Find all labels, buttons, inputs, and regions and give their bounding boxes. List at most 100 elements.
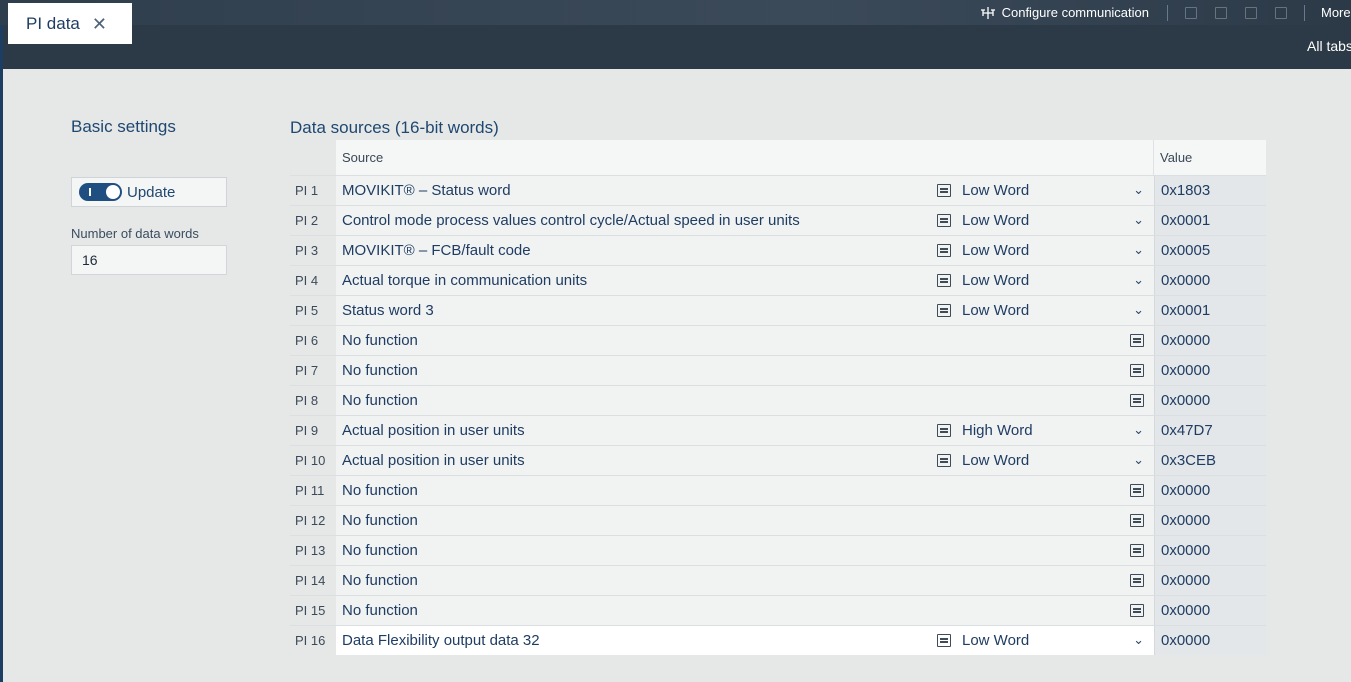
- details-icon[interactable]: [937, 454, 951, 467]
- number-of-data-words-input[interactable]: 16: [71, 245, 227, 275]
- details-cell[interactable]: [962, 536, 1154, 565]
- details-icon[interactable]: [1130, 544, 1144, 557]
- source-cell[interactable]: No function: [336, 326, 926, 355]
- details-icon[interactable]: [1130, 484, 1144, 497]
- details-cell[interactable]: [926, 296, 962, 325]
- table-row[interactable]: PI 4 Actual torque in communication units…: [290, 265, 1266, 295]
- details-icon[interactable]: [937, 634, 951, 647]
- configure-communication-button[interactable]: Configure communication: [980, 5, 1159, 20]
- all-tabs-button[interactable]: All tabs: [1307, 38, 1351, 54]
- tab-pi-data[interactable]: PI data ✕: [8, 3, 132, 44]
- basic-settings-title: Basic settings: [71, 117, 176, 136]
- details-cell[interactable]: [926, 626, 962, 655]
- source-cell[interactable]: MOVIKIT® – FCB/fault code: [336, 236, 926, 265]
- delete-icon[interactable]: [1275, 6, 1287, 19]
- table-row[interactable]: PI 12 No function 0x0000: [290, 505, 1266, 535]
- table-row[interactable]: PI 16 Data Flexibility output data 32 Low …: [290, 625, 1266, 655]
- empty-cell: [926, 506, 962, 535]
- empty-cell: [926, 566, 962, 595]
- source-cell[interactable]: No function: [336, 476, 926, 505]
- details-cell[interactable]: [926, 236, 962, 265]
- details-icon[interactable]: [1130, 604, 1144, 617]
- empty-cell: [926, 596, 962, 625]
- table-row[interactable]: PI 6 No function 0x0000: [290, 325, 1266, 355]
- cut-icon[interactable]: [1185, 6, 1197, 19]
- word-select[interactable]: Low Word ⌄: [962, 296, 1154, 325]
- details-cell[interactable]: [926, 176, 962, 205]
- source-cell[interactable]: No function: [336, 536, 926, 565]
- pi-index: PI 2: [290, 206, 336, 235]
- details-cell[interactable]: [962, 476, 1154, 505]
- details-icon[interactable]: [1130, 334, 1144, 347]
- source-cell[interactable]: No function: [336, 566, 926, 595]
- source-cell[interactable]: Actual position in user units: [336, 446, 926, 475]
- details-cell[interactable]: [962, 566, 1154, 595]
- toggle-switch[interactable]: [79, 183, 122, 201]
- details-icon[interactable]: [1130, 574, 1144, 587]
- source-cell[interactable]: No function: [336, 356, 926, 385]
- word-select[interactable]: Low Word ⌄: [962, 176, 1154, 205]
- chevron-down-icon: ⌄: [1133, 302, 1144, 317]
- value-cell: 0x0000: [1154, 476, 1266, 505]
- empty-cell: [926, 536, 962, 565]
- details-icon[interactable]: [937, 184, 951, 197]
- table-row[interactable]: PI 8 No function 0x0000: [290, 385, 1266, 415]
- value-cell: 0x0000: [1154, 506, 1266, 535]
- details-icon[interactable]: [937, 424, 951, 437]
- source-cell[interactable]: Status word 3: [336, 296, 926, 325]
- word-value: Low Word: [962, 242, 1030, 259]
- word-select[interactable]: Low Word ⌄: [962, 236, 1154, 265]
- details-cell[interactable]: [962, 506, 1154, 535]
- source-cell[interactable]: Data Flexibility output data 32: [336, 626, 926, 655]
- table-row[interactable]: PI 15 No function 0x0000: [290, 595, 1266, 625]
- table-row[interactable]: PI 5 Status word 3 Low Word ⌄ 0x0001: [290, 295, 1266, 325]
- table-row[interactable]: PI 2 Control mode process values control …: [290, 205, 1266, 235]
- source-cell[interactable]: No function: [336, 596, 926, 625]
- details-cell[interactable]: [926, 266, 962, 295]
- word-value: Low Word: [962, 302, 1030, 319]
- table-row[interactable]: PI 10 Actual position in user units Low Wo…: [290, 445, 1266, 475]
- word-select[interactable]: High Word ⌄: [962, 416, 1154, 445]
- details-icon[interactable]: [937, 244, 951, 257]
- value-cell: 0x1803: [1154, 176, 1266, 205]
- details-icon[interactable]: [937, 274, 951, 287]
- source-cell[interactable]: Actual position in user units: [336, 416, 926, 445]
- source-cell[interactable]: Actual torque in communication units: [336, 266, 926, 295]
- details-icon[interactable]: [1130, 364, 1144, 377]
- details-icon[interactable]: [1130, 514, 1144, 527]
- value-cell: 0x0005: [1154, 236, 1266, 265]
- table-row[interactable]: PI 3 MOVIKIT® – FCB/fault code Low Word ⌄ 0x…: [290, 235, 1266, 265]
- table-row[interactable]: PI 13 No function 0x0000: [290, 535, 1266, 565]
- table-row[interactable]: PI 7 No function 0x0000: [290, 355, 1266, 385]
- details-cell[interactable]: [962, 596, 1154, 625]
- source-cell[interactable]: Control mode process values control cycl…: [336, 206, 926, 235]
- table-row[interactable]: PI 14 No function 0x0000: [290, 565, 1266, 595]
- configure-communication-label: Configure communication: [1001, 5, 1149, 20]
- details-icon[interactable]: [1130, 394, 1144, 407]
- details-cell[interactable]: [926, 206, 962, 235]
- word-select[interactable]: Low Word ⌄: [962, 206, 1154, 235]
- details-cell[interactable]: [962, 326, 1154, 355]
- word-select[interactable]: Low Word ⌄: [962, 266, 1154, 295]
- word-select[interactable]: Low Word ⌄: [962, 626, 1154, 655]
- details-icon[interactable]: [937, 304, 951, 317]
- copy-icon[interactable]: [1215, 6, 1227, 19]
- pi-index: PI 16: [290, 626, 336, 655]
- pi-index: PI 6: [290, 326, 336, 355]
- details-cell[interactable]: [962, 356, 1154, 385]
- update-toggle[interactable]: Update: [71, 177, 227, 207]
- word-select[interactable]: Low Word ⌄: [962, 446, 1154, 475]
- source-cell[interactable]: MOVIKIT® – Status word: [336, 176, 926, 205]
- details-cell[interactable]: [926, 446, 962, 475]
- table-row[interactable]: PI 11 No function 0x0000: [290, 475, 1266, 505]
- table-row[interactable]: PI 9 Actual position in user units High Wo…: [290, 415, 1266, 445]
- close-icon[interactable]: ✕: [92, 15, 107, 33]
- details-cell[interactable]: [926, 416, 962, 445]
- table-row[interactable]: PI 1 MOVIKIT® – Status word Low Word ⌄ 0x180…: [290, 175, 1266, 205]
- source-cell[interactable]: No function: [336, 506, 926, 535]
- source-cell[interactable]: No function: [336, 386, 926, 415]
- paste-icon[interactable]: [1245, 6, 1257, 19]
- details-cell[interactable]: [962, 386, 1154, 415]
- details-icon[interactable]: [937, 214, 951, 227]
- more-button[interactable]: More: [1321, 5, 1351, 20]
